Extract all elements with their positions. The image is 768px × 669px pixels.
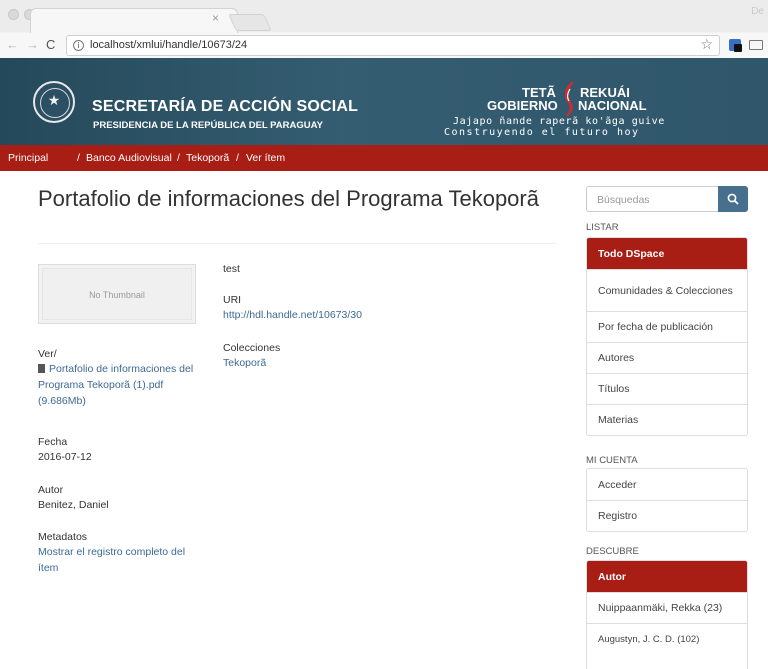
sidebar-item-autores[interactable]: Autores (587, 342, 747, 373)
bookmark-star-icon[interactable]: ☆ (700, 37, 713, 53)
metadata-label: Metadatos (38, 531, 88, 543)
profile-label[interactable]: De (751, 6, 764, 17)
thumbnail-placeholder: No Thumbnail (38, 264, 196, 324)
sidebar-item-registro[interactable]: Registro (587, 500, 747, 531)
breadcrumb-item-current: Ver ítem (246, 152, 286, 164)
address-bar[interactable]: i localhost/xmlui/handle/10673/24 ☆ (66, 35, 720, 56)
uri-link[interactable]: http://hdl.handle.net/10673/30 (223, 307, 362, 323)
breadcrumb-separator: / (77, 152, 80, 164)
listar-heading: LISTAR (586, 222, 619, 233)
page-title: Portafolio de informaciones del Programa… (38, 186, 539, 211)
flag-swoosh-icon (564, 82, 574, 116)
site-header: SECRETARÍA DE ACCIÓN SOCIAL PRESIDENCIA … (0, 58, 768, 145)
national-seal-icon[interactable] (33, 81, 75, 123)
breadcrumb: Principal / Banco Audiovisual / Tekoporã… (0, 145, 768, 171)
browser-tab[interactable] (30, 8, 238, 33)
view-label: Ver/ (38, 348, 57, 360)
discover-heading: DESCUBRE (586, 546, 639, 557)
collections-label: Colecciones (223, 342, 281, 354)
author-label: Autor (38, 484, 64, 496)
uri-label: URI (223, 294, 242, 306)
account-heading: MI CUENTA (586, 455, 638, 466)
breadcrumb-item-banco[interactable]: Banco Audiovisual (86, 152, 172, 164)
forward-icon[interactable]: → (26, 37, 39, 53)
file-link-text[interactable]: Portafolio de informaciones del Programa… (38, 363, 193, 407)
title-divider (38, 243, 556, 244)
info-icon[interactable]: i (73, 40, 84, 51)
sidebar-item-comunidades[interactable]: Comunidades & Colecciones (587, 269, 747, 311)
reload-icon[interactable]: C (46, 37, 55, 53)
date-label: Fecha (38, 436, 68, 448)
tab-strip: × De (0, 0, 768, 33)
sidebar-item-acceder[interactable]: Acceder (587, 469, 747, 500)
account-list: Acceder Registro (586, 468, 748, 532)
search-button[interactable] (718, 186, 748, 212)
breadcrumb-separator: / (177, 152, 180, 164)
motto-guarani: Jajapo ñande raperã ko'ãga guive (453, 116, 665, 127)
close-tab-icon[interactable]: × (212, 12, 219, 24)
date-value: 2016-07-12 (38, 451, 92, 463)
sidebar-item-author-2[interactable]: Augustyn, J. C. D. (102) (587, 623, 747, 654)
full-record-link[interactable]: Mostrar el registro completo del ítem (38, 544, 198, 576)
org-subtitle: PRESIDENCIA DE LA REPÚBLICA DEL PARAGUAY (93, 120, 323, 131)
sidebar-item-materias[interactable]: Materias (587, 404, 747, 435)
breadcrumb-separator: / (236, 152, 239, 164)
new-tab-button[interactable] (228, 14, 272, 31)
listar-list: Todo DSpace Comunidades & Colecciones Po… (586, 237, 748, 436)
motto-spanish: Construyendo el futuro hoy (444, 127, 640, 138)
sidebar-item-todo-dspace[interactable]: Todo DSpace (587, 238, 747, 269)
sidebar-item-autor-facet[interactable]: Autor (587, 561, 747, 592)
breadcrumb-item-principal[interactable]: Principal (8, 152, 48, 164)
author-value: Benitez, Daniel (38, 499, 109, 511)
brand-line2-left: GOBIERNO (487, 98, 558, 113)
mail-extension-icon[interactable] (749, 40, 763, 50)
search-input[interactable]: Búsquedas (586, 186, 718, 212)
sidebar-item-fecha[interactable]: Por fecha de publicación (587, 311, 747, 342)
discover-list: Autor Nuippaanmäki, Rekka (23) Augustyn,… (586, 560, 748, 669)
org-title[interactable]: SECRETARÍA DE ACCIÓN SOCIAL (92, 98, 358, 116)
url-text[interactable]: localhost/xmlui/handle/10673/24 (90, 39, 247, 51)
sidebar-item-author-1[interactable]: Nuippaanmäki, Rekka (23) (587, 592, 747, 623)
close-window-button[interactable] (8, 9, 19, 20)
browser-chrome: × De ← → C i localhost/xmlui/handle/1067… (0, 0, 768, 58)
file-download-link[interactable]: Portafolio de informaciones del Programa… (38, 361, 198, 409)
abstract-text: test (223, 263, 240, 275)
extension-icon[interactable] (729, 39, 742, 52)
back-icon[interactable]: ← (6, 37, 19, 53)
file-icon (38, 364, 45, 373)
brand-line2-right: NACIONAL (578, 98, 647, 113)
sidebar-item-titulos[interactable]: Títulos (587, 373, 747, 404)
browser-toolbar: ← → C i localhost/xmlui/handle/10673/24 … (0, 33, 768, 58)
thumbnail-label: No Thumbnail (89, 290, 145, 300)
search-icon (727, 193, 739, 205)
collection-link[interactable]: Tekoporã (223, 355, 266, 371)
breadcrumb-item-tekopora[interactable]: Tekoporã (186, 152, 229, 164)
search-placeholder: Búsquedas (597, 194, 650, 206)
